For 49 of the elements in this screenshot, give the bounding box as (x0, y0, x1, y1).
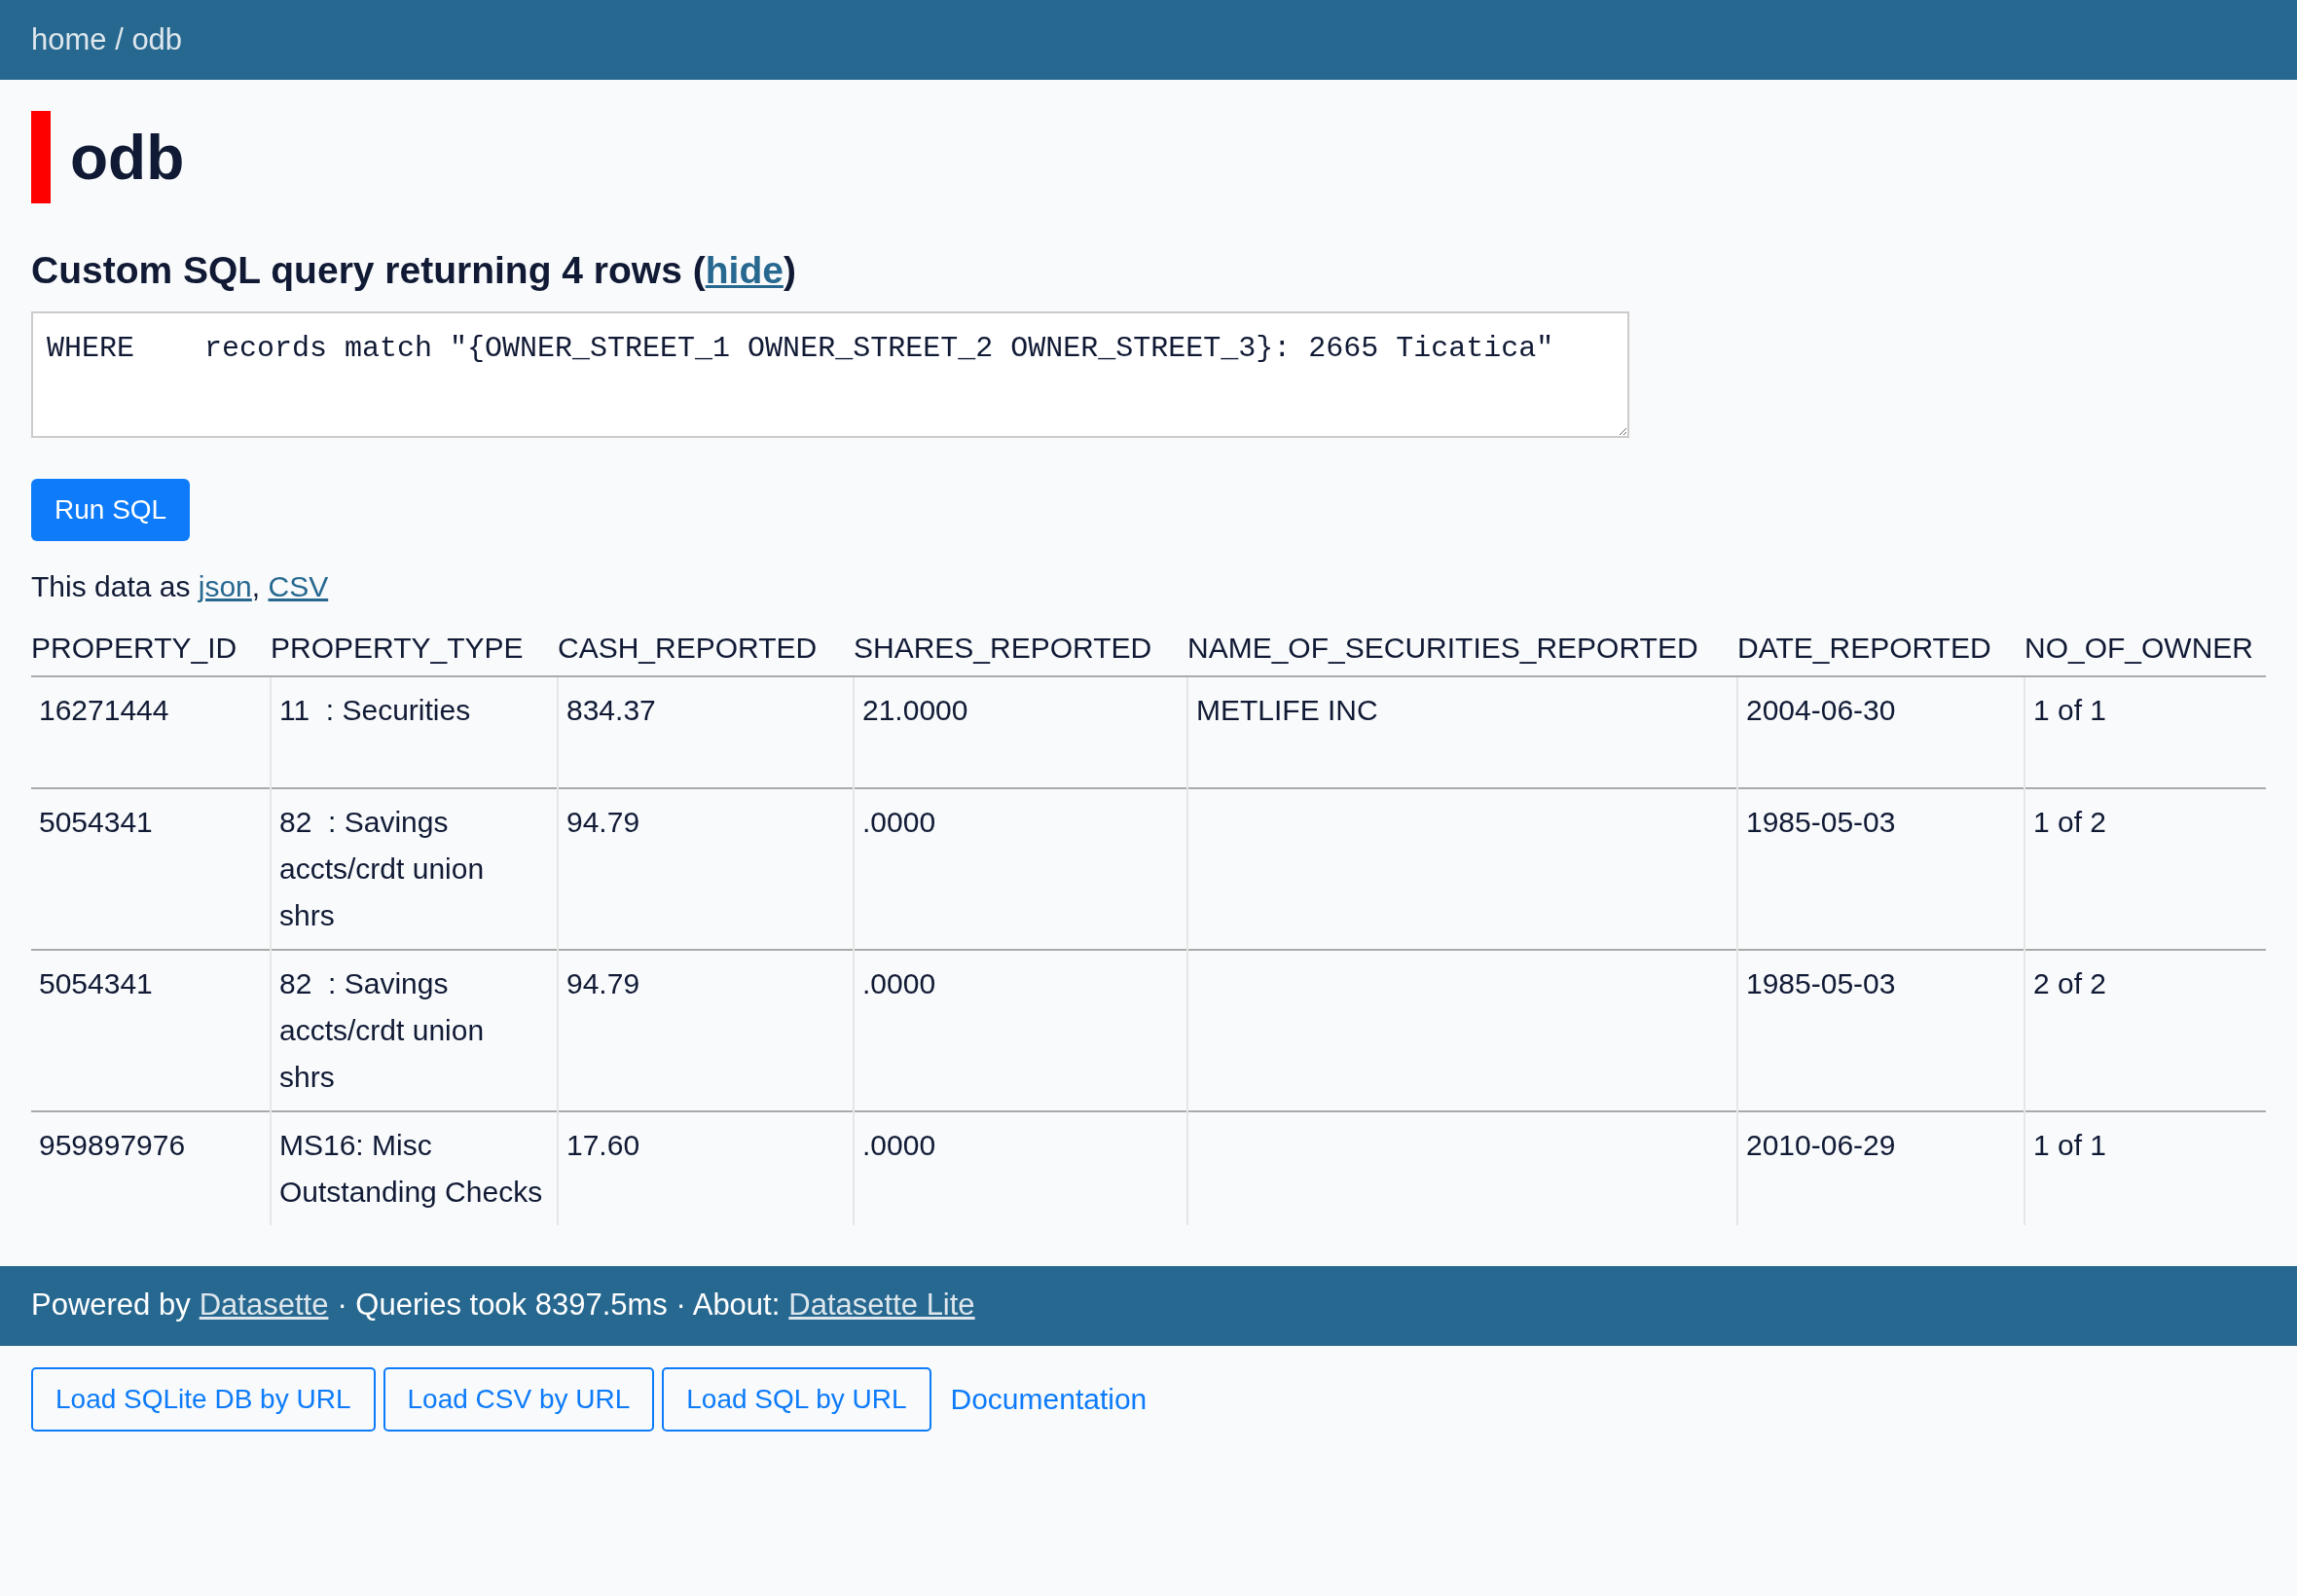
table-cell: 2004-06-30 (1737, 675, 2024, 788)
breadcrumb[interactable]: home / odb (31, 17, 183, 63)
documentation-link[interactable]: Documentation (950, 1377, 1148, 1421)
table-cell: 959897976 (31, 1110, 271, 1225)
footer-text: · Queries took 8397.5ms · About: (337, 1287, 781, 1324)
table-cell: 1985-05-03 (1737, 787, 2024, 950)
table-cell: 94.79 (558, 787, 854, 950)
column-header[interactable]: SHARES_REPORTED (854, 625, 1187, 676)
table-cell: MS16: Misc Outstanding Checks (271, 1110, 558, 1225)
table-cell: 1 of 1 (2024, 1110, 2266, 1225)
table-cell: 1 of 2 (2024, 787, 2266, 950)
table-cell: 1 of 1 (2024, 675, 2266, 788)
column-header[interactable]: NAME_OF_SECURITIES_REPORTED (1187, 625, 1737, 676)
table-cell: METLIFE INC (1187, 675, 1737, 788)
table-cell: 1985-05-03 (1737, 949, 2024, 1111)
table-cell: .0000 (854, 787, 1187, 950)
table-cell: 94.79 (558, 949, 854, 1111)
page-title: odb (70, 126, 185, 189)
export-link[interactable]: json (198, 569, 252, 602)
table-cell: .0000 (854, 949, 1187, 1111)
table-cell: 17.60 (558, 1110, 854, 1225)
column-header[interactable]: DATE_REPORTED (1737, 625, 2024, 676)
footer-text: Powered by (31, 1287, 191, 1324)
table-cell: 5054341 (31, 787, 271, 950)
table-cell: 2010-06-29 (1737, 1110, 2024, 1225)
sql-editor[interactable]: WHERE records match "{OWNER_STREET_1 OWNER_STREET_2 OWNER_STREET_3}: 2665 Ticatica" (31, 310, 1629, 438)
table-cell: 21.0000 (854, 675, 1187, 788)
load-button[interactable]: Load CSV by URL (383, 1366, 655, 1432)
load-button[interactable]: Load SQLite DB by URL (31, 1366, 376, 1432)
table-cell: 2 of 2 (2024, 949, 2266, 1111)
table-cell: 11 : Securities (271, 675, 558, 788)
footer-link[interactable]: Datasette Lite (788, 1283, 975, 1328)
column-header[interactable]: CASH_REPORTED (558, 625, 854, 676)
hide-link[interactable]: hide (705, 249, 784, 291)
column-header[interactable]: PROPERTY_ID (31, 625, 271, 676)
table-cell: 82 : Savings accts/crdt union shrs (271, 949, 558, 1111)
column-header[interactable]: NO_OF_OWNER (2024, 625, 2266, 676)
load-button[interactable]: Load SQL by URL (662, 1366, 931, 1432)
query-heading: Custom SQL query returning 4 rows (hide) (31, 248, 797, 293)
table-cell: 5054341 (31, 949, 271, 1111)
column-header[interactable]: PROPERTY_TYPE (271, 625, 558, 676)
export-links-text: This data as json, CSV (31, 568, 330, 604)
table-cell: 82 : Savings accts/crdt union shrs (271, 787, 558, 950)
table-cell: .0000 (854, 1110, 1187, 1225)
run-sql-button[interactable]: Run SQL (31, 478, 191, 541)
export-link[interactable]: CSV (268, 569, 329, 602)
table-cell: 834.37 (558, 675, 854, 788)
footer-link[interactable]: Datasette (199, 1283, 329, 1328)
table-cell: 16271444 (31, 675, 271, 788)
